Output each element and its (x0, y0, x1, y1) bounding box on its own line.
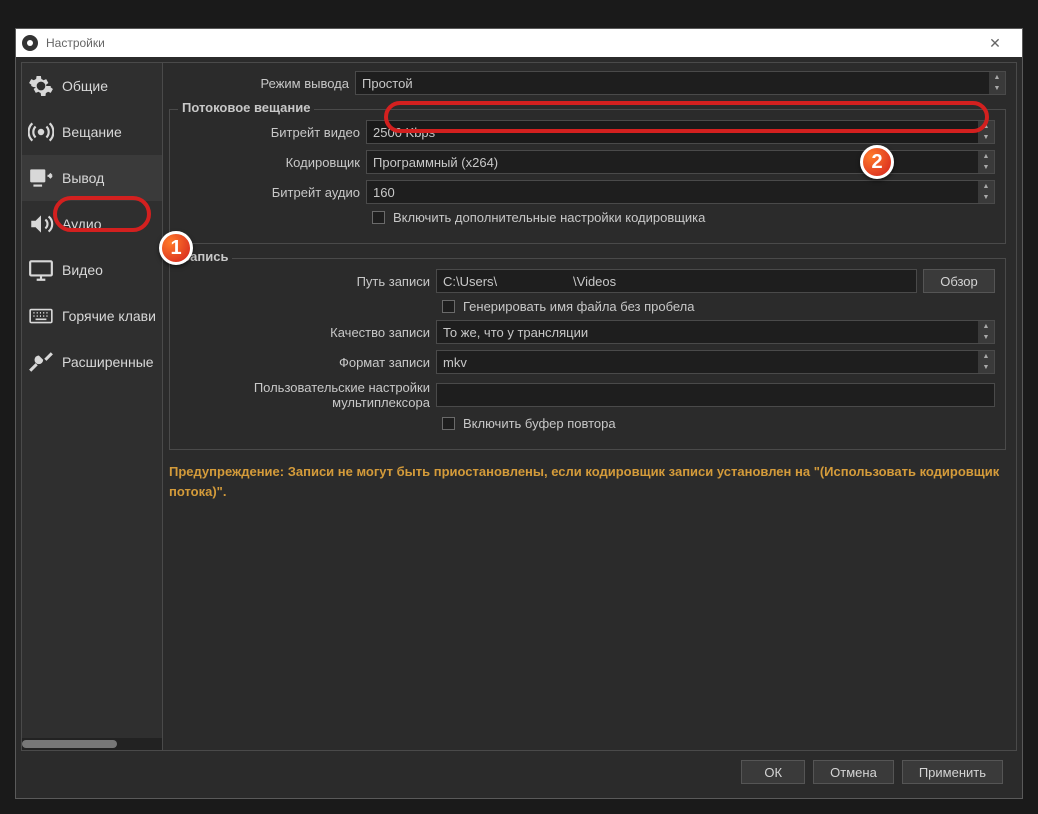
replay-checkbox-row[interactable]: Включить буфер повтора (442, 416, 616, 431)
nospace-text: Генерировать имя файла без пробела (463, 299, 695, 314)
audio-bitrate-row: Битрейт аудио 160 ▲▼ (180, 180, 995, 204)
apply-button[interactable]: Применить (902, 760, 1003, 784)
browse-button[interactable]: Обзор (923, 269, 995, 293)
content-inner: Общие Вещание Вывод Аудио (21, 62, 1017, 751)
path-label: Путь записи (180, 274, 430, 289)
sidebar-item-audio[interactable]: Аудио (22, 201, 162, 247)
sidebar: Общие Вещание Вывод Аудио (22, 63, 163, 750)
cancel-label: Отмена (830, 765, 877, 780)
content: Общие Вещание Вывод Аудио (16, 57, 1022, 798)
audio-bitrate-value: 160 (373, 185, 395, 200)
checkbox-icon[interactable] (442, 417, 455, 430)
streaming-group: Потоковое вещание Битрейт видео 2500 Kbp… (169, 109, 1006, 244)
output-mode-row: Режим вывода Простой ▲▼ (169, 71, 1006, 95)
sidebar-scrollbar[interactable] (22, 738, 162, 750)
sidebar-item-video[interactable]: Видео (22, 247, 162, 293)
updown-icon: ▲▼ (978, 151, 994, 173)
updown-icon: ▲▼ (978, 121, 994, 143)
nospace-row: Генерировать имя файла без пробела (180, 299, 995, 314)
muxer-row: Пользовательские настройки мультиплексор… (180, 380, 995, 410)
format-dropdown[interactable]: mkv ▲▼ (436, 350, 995, 374)
window-title: Настройки (46, 36, 974, 50)
output-mode-dropdown[interactable]: Простой ▲▼ (355, 71, 1006, 95)
updown-icon: ▲▼ (989, 72, 1005, 94)
title-bar: Настройки ✕ (16, 29, 1022, 57)
adv-encoder-row: Включить дополнительные настройки кодиро… (180, 210, 995, 225)
replay-text: Включить буфер повтора (463, 416, 616, 431)
output-mode-value: Простой (362, 76, 413, 91)
gear-icon (28, 73, 54, 99)
output-icon (28, 165, 54, 191)
encoder-dropdown[interactable]: Программный (x264) ▲▼ (366, 150, 995, 174)
audio-icon (28, 211, 54, 237)
path-input[interactable]: C:\Users\ \Videos (436, 269, 917, 293)
sidebar-spacer (22, 385, 162, 738)
video-bitrate-label: Битрейт видео (180, 125, 360, 140)
video-bitrate-input[interactable]: 2500 Kbps ▲▼ (366, 120, 995, 144)
adv-encoder-text: Включить дополнительные настройки кодиро… (393, 210, 705, 225)
browse-label: Обзор (940, 274, 978, 289)
app-icon (22, 35, 38, 51)
sidebar-label: Расширенные (62, 354, 154, 370)
sidebar-label: Вещание (62, 124, 122, 140)
sidebar-label: Видео (62, 262, 103, 278)
muxer-input[interactable] (436, 383, 995, 407)
quality-dropdown[interactable]: То же, что у трансляции ▲▼ (436, 320, 995, 344)
settings-window: Настройки ✕ Общие Вещание Выв (15, 28, 1023, 799)
muxer-label: Пользовательские настройки мультиплексор… (180, 380, 430, 410)
path-row: Путь записи C:\Users\ \Videos Обзор (180, 269, 995, 293)
sidebar-item-stream[interactable]: Вещание (22, 109, 162, 155)
cancel-button[interactable]: Отмена (813, 760, 894, 784)
warning-text: Предупреждение: Записи не могут быть при… (169, 462, 1006, 501)
format-row: Формат записи mkv ▲▼ (180, 350, 995, 374)
sidebar-item-advanced[interactable]: Расширенные (22, 339, 162, 385)
output-mode-label: Режим вывода (169, 76, 349, 91)
format-label: Формат записи (180, 355, 430, 370)
sidebar-label: Вывод (62, 170, 104, 186)
sidebar-label: Горячие клавиши (62, 308, 156, 324)
audio-bitrate-label: Битрейт аудио (180, 185, 360, 200)
audio-bitrate-dropdown[interactable]: 160 ▲▼ (366, 180, 995, 204)
sidebar-label: Аудио (62, 216, 102, 232)
recording-group: Запись Путь записи C:\Users\ \Videos Обз… (169, 258, 1006, 450)
keyboard-icon (28, 303, 54, 329)
updown-icon: ▲▼ (978, 351, 994, 373)
sidebar-label: Общие (62, 78, 108, 94)
sidebar-item-general[interactable]: Общие (22, 63, 162, 109)
main-panel: Режим вывода Простой ▲▼ Потоковое вещани… (163, 63, 1016, 750)
streaming-title: Потоковое вещание (178, 100, 314, 115)
checkbox-icon[interactable] (372, 211, 385, 224)
recording-title: Запись (178, 249, 232, 264)
replay-row: Включить буфер повтора (180, 416, 995, 431)
video-bitrate-row: Битрейт видео 2500 Kbps ▲▼ (180, 120, 995, 144)
path-value: C:\Users\ \Videos (443, 274, 616, 289)
quality-row: Качество записи То же, что у трансляции … (180, 320, 995, 344)
broadcast-icon (28, 119, 54, 145)
monitor-icon (28, 257, 54, 283)
footer: ОК Отмена Применить (21, 751, 1017, 793)
ok-button[interactable]: ОК (741, 760, 805, 784)
ok-label: ОК (764, 765, 782, 780)
updown-icon: ▲▼ (978, 181, 994, 203)
sidebar-item-output[interactable]: Вывод (22, 155, 162, 201)
apply-label: Применить (919, 765, 986, 780)
updown-icon: ▲▼ (978, 321, 994, 343)
close-icon[interactable]: ✕ (974, 35, 1016, 52)
format-value: mkv (443, 355, 467, 370)
nospace-checkbox-row[interactable]: Генерировать имя файла без пробела (442, 299, 695, 314)
sidebar-item-hotkeys[interactable]: Горячие клавиши (22, 293, 162, 339)
encoder-value: Программный (x264) (373, 155, 498, 170)
tools-icon (28, 349, 54, 375)
adv-encoder-checkbox-row[interactable]: Включить дополнительные настройки кодиро… (372, 210, 705, 225)
checkbox-icon[interactable] (442, 300, 455, 313)
encoder-row: Кодировщик Программный (x264) ▲▼ (180, 150, 995, 174)
encoder-label: Кодировщик (180, 155, 360, 170)
quality-label: Качество записи (180, 325, 430, 340)
quality-value: То же, что у трансляции (443, 325, 588, 340)
video-bitrate-value: 2500 Kbps (373, 125, 435, 140)
